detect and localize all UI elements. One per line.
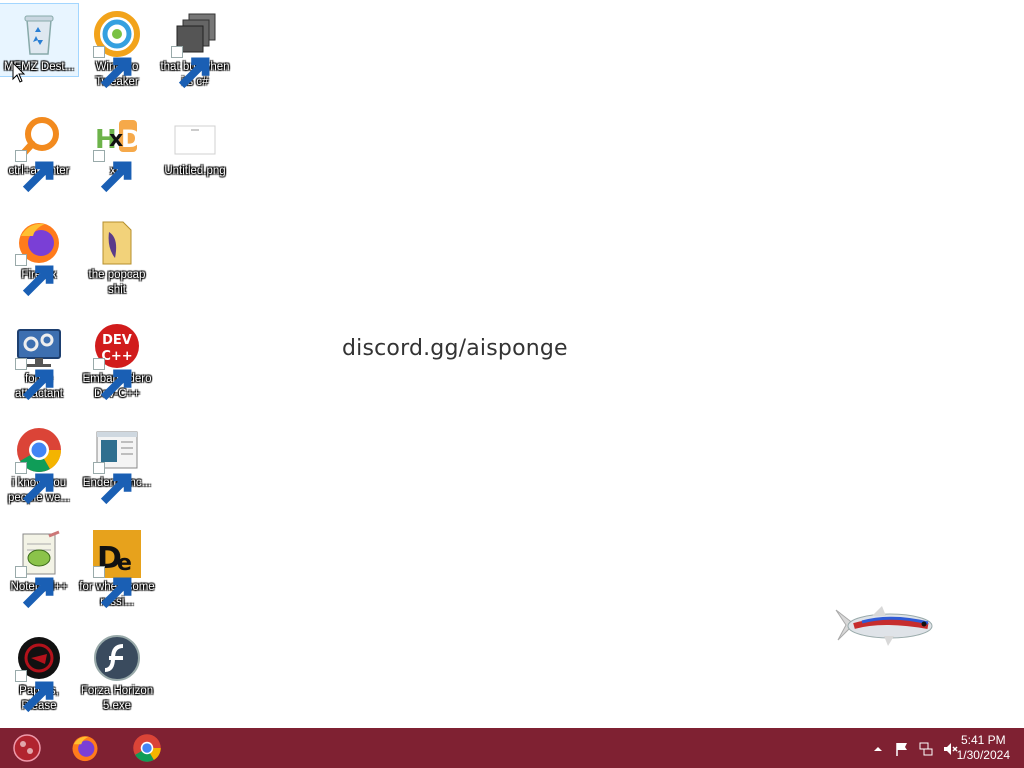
desktop-icon-winaero-tweaker[interactable]: Winaero Tweaker: [78, 4, 156, 90]
folder-icon: [93, 218, 141, 266]
de-icon: De: [93, 530, 141, 609]
system-tray: 5:41 PM 1/30/2024: [824, 728, 1024, 768]
desktop-icon-label: Forza Horizon 5.exe: [80, 685, 154, 712]
desktop-icon-xd[interactable]: HxD xD: [78, 108, 156, 193]
desktop-icon-untitled-png[interactable]: Untitled.png: [156, 108, 234, 179]
taskbar-clock[interactable]: 5:41 PM 1/30/2024: [957, 733, 1010, 763]
desktop-icon-label: the popcap shit: [88, 269, 146, 296]
firefox-icon: [72, 736, 98, 762]
recycle-bin-icon: [15, 10, 63, 58]
desktop-icon-firefox[interactable]: Firefox: [0, 212, 78, 297]
clock-date: 1/30/2024: [956, 748, 1010, 762]
shortcut-arrow-icon: [15, 150, 54, 193]
taskbar: 5:41 PM 1/30/2024: [0, 728, 1024, 768]
desktop-icon-dev-cpp[interactable]: DEV C++ Embarcadero Dev-C++: [78, 316, 156, 402]
desktop-icon-ctrl-a-enter[interactable]: ctrl+a, enter: [0, 108, 78, 193]
mouse-pointer-icon: [12, 62, 26, 83]
magnifier-icon: [15, 114, 63, 193]
desktop-center-text: discord.gg/aisponge: [342, 336, 568, 361]
shortcut-arrow-icon: [93, 46, 132, 89]
notepad-plus-plus-icon: [15, 530, 63, 609]
shortcut-arrow-icon: [15, 358, 54, 401]
chrome-icon: [15, 426, 63, 505]
taskbar-chrome-button[interactable]: [120, 728, 174, 768]
desktop-icon-label: Untitled.png: [164, 165, 226, 177]
image-file-icon: [171, 114, 219, 162]
start-orb-icon: [13, 734, 41, 762]
shortcut-arrow-icon: [15, 566, 54, 609]
volume-muted-icon[interactable]: [942, 741, 958, 757]
shortcut-arrow-icon: [93, 566, 132, 609]
desktop-icon-papers-please[interactable]: Papers, Please: [0, 628, 78, 714]
winaero-tweaker-icon: [93, 10, 141, 89]
shortcut-arrow-icon: [93, 150, 132, 193]
shortcut-arrow-icon: [171, 46, 210, 89]
dev-cpp-icon: DEV C++: [93, 322, 141, 401]
chrome-icon: [133, 734, 161, 762]
desktop-icon-endermanch[interactable]: Endermanc...: [78, 420, 156, 505]
network-icon[interactable]: [918, 741, 934, 757]
show-hidden-icons-icon[interactable]: [870, 741, 886, 757]
firefox-icon: [15, 218, 63, 297]
svg-text:D: D: [121, 125, 141, 153]
flash-icon: [93, 634, 141, 682]
desktop-icon-forkie-attractant[interactable]: forkie attractant: [0, 316, 78, 402]
hxd-icon: HxD: [93, 114, 141, 193]
desktop-icon-i-know-you-people[interactable]: i know you people we...: [0, 420, 78, 506]
shortcut-arrow-icon: [15, 254, 54, 297]
start-button[interactable]: [0, 728, 54, 768]
papers-please-icon: [15, 634, 63, 713]
desktop-icon-the-popcap[interactable]: the popcap shit: [78, 212, 156, 298]
desktop[interactable]: MEMZ Dest... ctrl+a, enter Firefox forki…: [0, 0, 1024, 728]
svg-text:DEV: DEV: [102, 333, 132, 348]
neon-tetra-fish-icon: [835, 606, 933, 646]
flag-icon[interactable]: [894, 741, 910, 757]
clock-time: 5:41 PM: [960, 733, 1006, 747]
desktop-icon-forza-horizon-5[interactable]: Forza Horizon 5.exe: [78, 628, 156, 714]
taskbar-firefox-button[interactable]: [58, 728, 112, 768]
shortcut-arrow-icon: [93, 462, 132, 505]
window-app-icon: [93, 426, 141, 505]
shortcut-arrow-icon: [15, 670, 54, 713]
shortcut-arrow-icon: [93, 358, 132, 401]
computer-settings-icon: [15, 322, 63, 401]
shortcut-arrow-icon: [15, 462, 54, 505]
desktop-icon-notepad-plus-plus[interactable]: Notepad++: [0, 524, 78, 609]
desktop-icon-that-but-when-its-csharp[interactable]: that but when its c#: [156, 4, 234, 90]
stacked-windows-icon: [171, 10, 219, 89]
desktop-icon-for-when-some-russi[interactable]: De for when some russi...: [78, 524, 156, 610]
